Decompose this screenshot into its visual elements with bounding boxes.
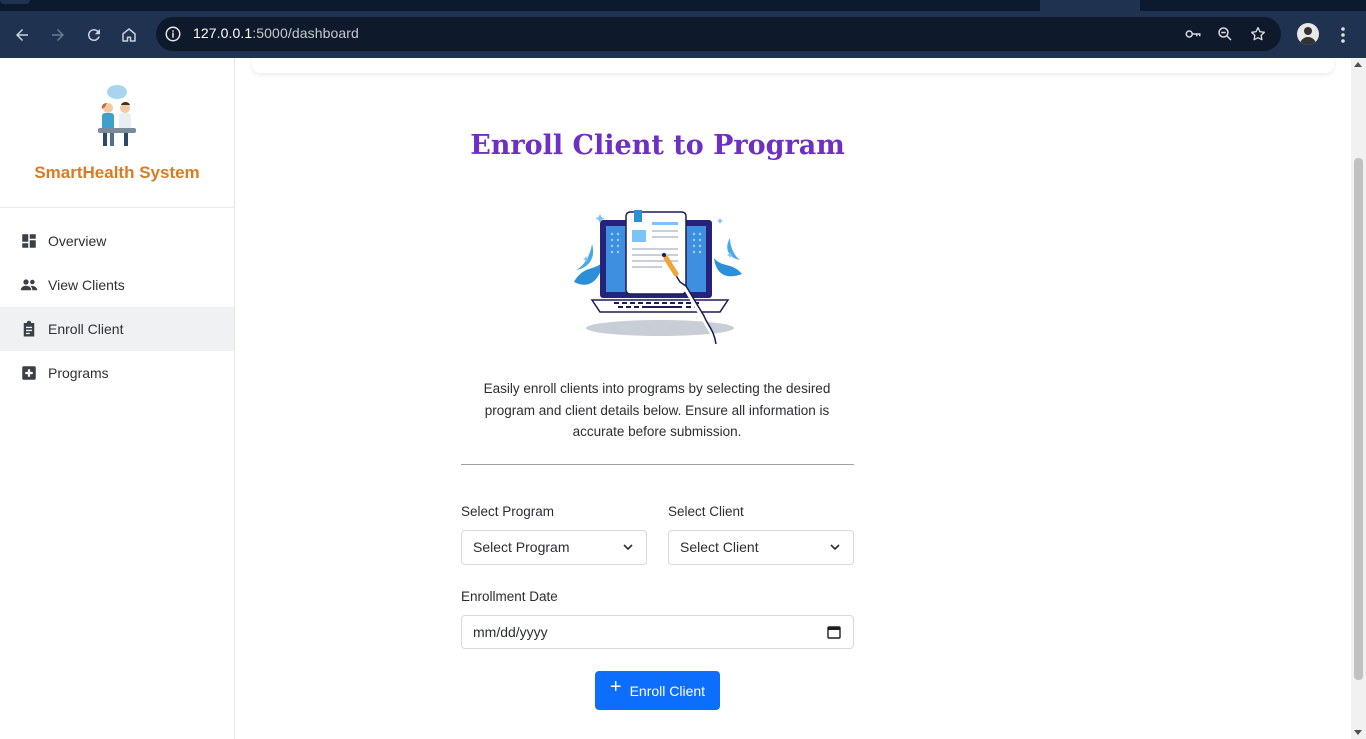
- forward-icon[interactable]: [47, 24, 69, 46]
- medical-plus-icon: [20, 364, 38, 382]
- select-client-label: Select Client: [668, 504, 744, 519]
- scroll-down-icon[interactable]: [1354, 730, 1362, 735]
- key-icon[interactable]: [1184, 25, 1202, 43]
- browser-tab[interactable]: [1040, 0, 1140, 11]
- sidebar-menu: Overview View Clients Enroll Client Prog…: [0, 219, 234, 395]
- brand-title: SmartHealth System: [34, 163, 200, 182]
- scrollbar-thumb[interactable]: [1354, 158, 1363, 680]
- sidebar-item-label: Enroll Client: [48, 321, 124, 337]
- sidebar-item-overview[interactable]: Overview: [0, 219, 234, 263]
- client-select-value: Select Client: [680, 539, 759, 555]
- main-content: Enroll Client to Program Easily enroll c…: [235, 58, 1351, 739]
- enrollment-date-input[interactable]: mm/dd/yyyy: [461, 615, 854, 649]
- date-placeholder: mm/dd/yyyy: [473, 624, 548, 640]
- page-viewport: SmartHealth System Overview View Clients…: [0, 58, 1351, 739]
- sidebar-item-enroll-client[interactable]: Enroll Client: [0, 307, 234, 351]
- divider: [461, 464, 854, 465]
- bookmark-star-icon[interactable]: [1249, 25, 1267, 43]
- sidebar-item-programs[interactable]: Programs: [0, 351, 234, 395]
- clipboard-icon: [20, 320, 38, 338]
- home-icon[interactable]: [118, 24, 140, 46]
- sidebar-item-view-clients[interactable]: View Clients: [0, 263, 234, 307]
- sidebar: SmartHealth System Overview View Clients…: [0, 58, 235, 739]
- url-text[interactable]: 127.0.0.1:5000/dashboard: [193, 25, 359, 41]
- chevron-down-icon: [830, 544, 840, 551]
- page-title: Enroll Client to Program: [470, 130, 845, 161]
- program-select[interactable]: Select Program: [461, 530, 647, 565]
- page-scrollbar[interactable]: [1351, 58, 1366, 739]
- people-icon: [20, 276, 38, 294]
- program-select-value: Select Program: [473, 539, 570, 555]
- back-icon[interactable]: [11, 24, 33, 46]
- page-description: Easily enroll clients into programs by s…: [483, 381, 831, 439]
- brand-logo: [98, 85, 136, 146]
- enroll-client-button[interactable]: + Enroll Client: [595, 671, 720, 710]
- dashboard-icon: [20, 232, 38, 250]
- enroll-client-button-label: Enroll Client: [629, 682, 706, 699]
- site-info-icon[interactable]: [164, 25, 182, 43]
- brand: SmartHealth System: [0, 58, 234, 208]
- select-program-label: Select Program: [461, 504, 555, 519]
- url-host: 127.0.0.1: [193, 25, 253, 41]
- scroll-up-icon[interactable]: [1354, 62, 1362, 67]
- enrollment-date-label: Enrollment Date: [461, 589, 558, 604]
- client-select[interactable]: Select Client: [668, 530, 854, 565]
- chevron-down-icon: [623, 544, 633, 551]
- sidebar-item-label: Overview: [48, 233, 107, 249]
- enrollment-illustration: [574, 210, 742, 345]
- reload-icon[interactable]: [83, 24, 105, 46]
- menu-kebab-icon[interactable]: [1335, 24, 1351, 46]
- sidebar-item-label: View Clients: [48, 277, 125, 293]
- address-bar[interactable]: 127.0.0.1:5000/dashboard: [156, 17, 1281, 51]
- browser-toolbar: 127.0.0.1:5000/dashboard: [0, 11, 1366, 58]
- calendar-icon[interactable]: [827, 625, 841, 639]
- tab-strip: [0, 0, 1366, 11]
- profile-avatar[interactable]: [1297, 23, 1319, 45]
- sidebar-item-label: Programs: [48, 365, 109, 381]
- url-path: :5000/dashboard: [252, 25, 359, 41]
- active-tab[interactable]: [0, 0, 30, 4]
- zoom-icon[interactable]: [1216, 25, 1234, 43]
- plus-icon: +: [609, 676, 622, 698]
